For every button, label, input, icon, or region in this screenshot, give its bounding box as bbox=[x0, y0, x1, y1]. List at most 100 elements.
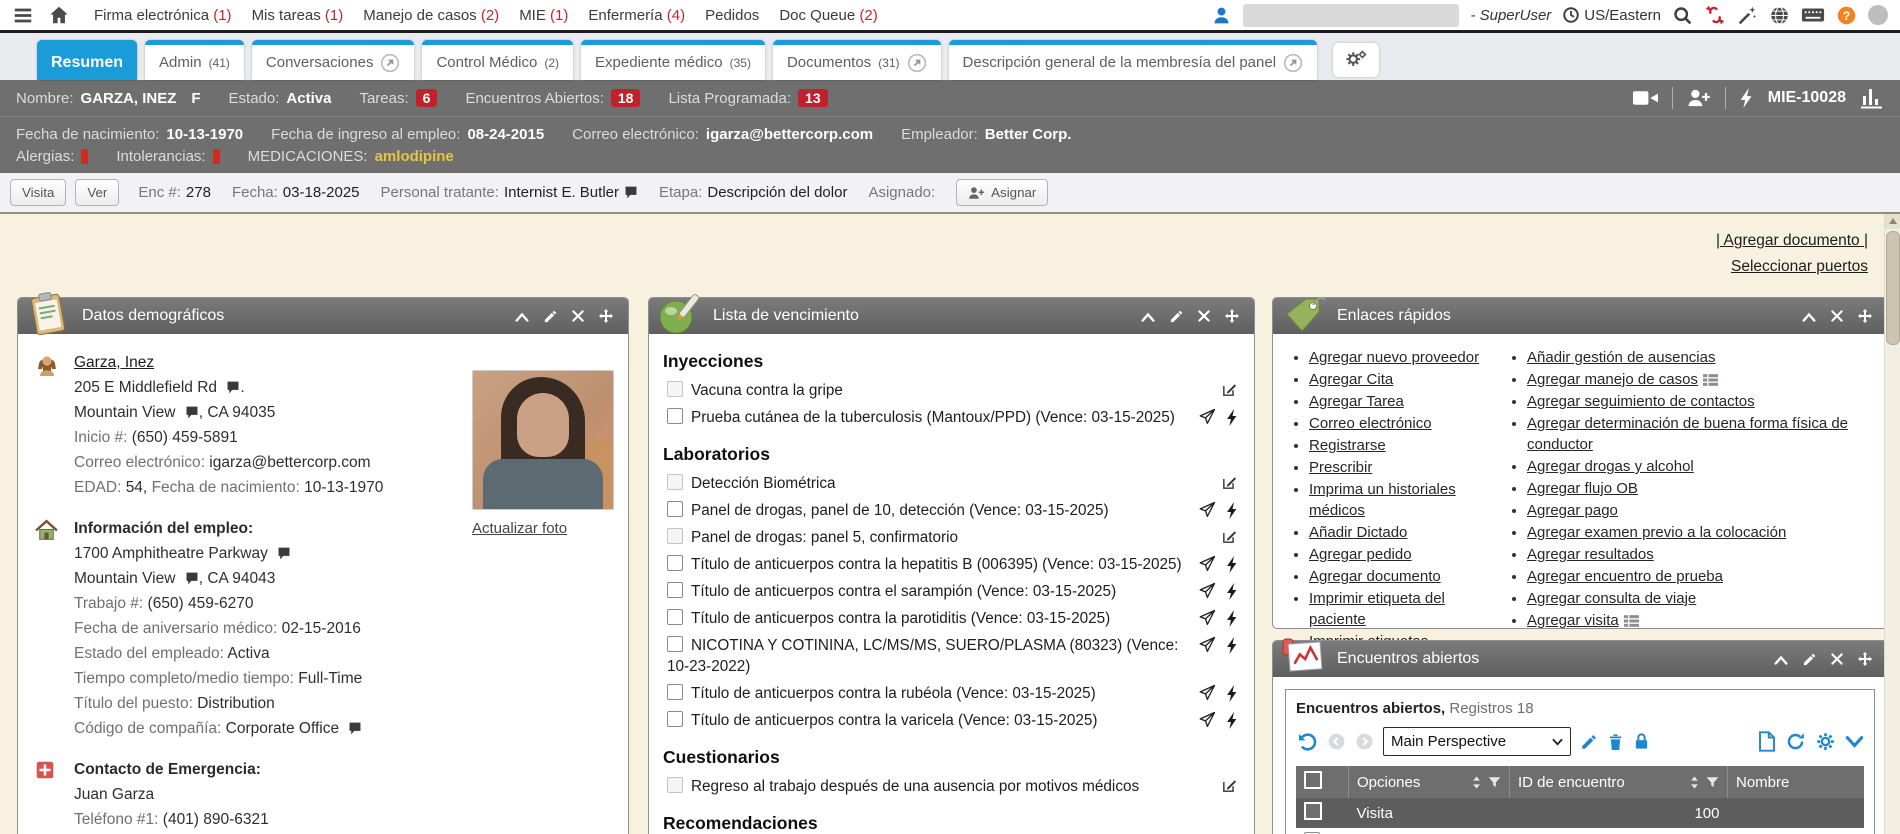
comment-bubble-icon[interactable] bbox=[185, 406, 199, 419]
send-icon[interactable] bbox=[1198, 609, 1216, 627]
menu-manejo-de-casos[interactable]: Manejo de casos (2) bbox=[363, 7, 499, 24]
comment-bubble-icon[interactable] bbox=[226, 381, 240, 394]
external-link-icon[interactable] bbox=[1283, 53, 1303, 73]
lock-icon[interactable] bbox=[1633, 732, 1650, 751]
delete-icon[interactable] bbox=[1607, 732, 1624, 751]
tab-settings-button[interactable] bbox=[1333, 43, 1379, 77]
menu-enfermeria[interactable]: Enfermería (4) bbox=[588, 7, 685, 24]
close-icon[interactable] bbox=[1830, 309, 1844, 323]
video-camera-icon[interactable] bbox=[1633, 89, 1658, 107]
due-item-checkbox[interactable] bbox=[667, 528, 683, 544]
send-icon[interactable] bbox=[1198, 408, 1216, 426]
tab-documentos[interactable]: Documentos(31) bbox=[773, 40, 941, 80]
patient-name-link[interactable]: Garza, Inez bbox=[74, 354, 154, 371]
send-icon[interactable] bbox=[1198, 636, 1216, 654]
avatar[interactable] bbox=[1868, 5, 1888, 25]
update-photo-link[interactable]: Actualizar foto bbox=[472, 516, 614, 541]
agregar-documento-link[interactable]: | Agregar documento | bbox=[1716, 232, 1868, 249]
home-icon[interactable] bbox=[48, 4, 70, 26]
menu-firma-electronica[interactable]: Firma electrónica (1) bbox=[94, 7, 232, 24]
person-add-icon[interactable] bbox=[1687, 88, 1711, 108]
send-icon[interactable] bbox=[1198, 684, 1216, 702]
edit-icon[interactable] bbox=[1169, 309, 1184, 324]
filter-icon[interactable] bbox=[1488, 776, 1501, 789]
edit-note-icon[interactable] bbox=[1221, 777, 1238, 794]
collapse-icon[interactable] bbox=[1140, 310, 1156, 323]
panel-quick-links-header[interactable]: Enlaces rápidos bbox=[1273, 298, 1887, 334]
lightning-icon[interactable] bbox=[1227, 712, 1238, 729]
seleccionar-puertos-link[interactable]: Seleccionar puertos bbox=[1731, 258, 1868, 275]
tab-conversaciones[interactable]: Conversaciones bbox=[252, 40, 415, 80]
due-item-checkbox[interactable] bbox=[667, 381, 683, 397]
edit-icon[interactable] bbox=[1802, 652, 1817, 667]
patient-tasks[interactable]: Tareas:6 bbox=[359, 89, 437, 107]
grid-icon[interactable] bbox=[1703, 374, 1718, 386]
due-item-checkbox[interactable] bbox=[667, 582, 683, 598]
tab-resumen[interactable]: Resumen bbox=[37, 40, 137, 80]
external-link-icon[interactable] bbox=[380, 53, 400, 73]
due-item-checkbox[interactable] bbox=[667, 555, 683, 571]
panel-demographics-header[interactable]: Datos demográficos bbox=[18, 298, 628, 334]
patient-scheduled-list[interactable]: Lista Programada:13 bbox=[668, 89, 827, 107]
edit-icon[interactable] bbox=[543, 309, 558, 324]
due-item-checkbox[interactable] bbox=[667, 636, 683, 652]
intolerances[interactable]: Intolerancias: bbox=[116, 148, 219, 165]
close-icon[interactable] bbox=[1197, 309, 1211, 323]
due-item-checkbox[interactable] bbox=[667, 777, 683, 793]
sort-icon[interactable] bbox=[1689, 775, 1700, 790]
comment-bubble-icon[interactable] bbox=[185, 572, 199, 585]
asignar-button[interactable]: Asignar bbox=[956, 179, 1048, 206]
lightning-icon[interactable] bbox=[1227, 685, 1238, 702]
timezone[interactable]: US/Eastern bbox=[1562, 6, 1661, 24]
tab-control-medico[interactable]: Control Médico(2) bbox=[422, 40, 573, 80]
close-icon[interactable] bbox=[571, 309, 585, 323]
tab-admin[interactable]: Admin(41) bbox=[145, 40, 244, 80]
keyboard-icon[interactable] bbox=[1801, 5, 1825, 25]
filter-icon[interactable] bbox=[1706, 776, 1719, 789]
collapse-icon[interactable] bbox=[1773, 653, 1789, 666]
send-icon[interactable] bbox=[1198, 501, 1216, 519]
perspective-select[interactable]: Main Perspective bbox=[1383, 727, 1571, 756]
lightning-icon[interactable] bbox=[1227, 637, 1238, 654]
collapse-icon[interactable] bbox=[514, 310, 530, 323]
lightning-icon[interactable] bbox=[1227, 610, 1238, 627]
collapse-icon[interactable] bbox=[1801, 310, 1817, 323]
select-all-checkbox[interactable] bbox=[1304, 771, 1322, 789]
table-row[interactable]: Visita 100 bbox=[1296, 798, 1864, 828]
lightning-icon[interactable] bbox=[1227, 556, 1238, 573]
due-item-checkbox[interactable] bbox=[667, 609, 683, 625]
move-icon[interactable] bbox=[598, 308, 614, 324]
menu-doc-queue[interactable]: Doc Queue (2) bbox=[779, 7, 877, 24]
sort-icon[interactable] bbox=[1471, 775, 1482, 790]
row-checkbox[interactable] bbox=[1304, 802, 1322, 820]
tab-membresia-panel[interactable]: Descripción general de la membresía del … bbox=[949, 40, 1318, 80]
menu-mis-tareas[interactable]: Mis tareas (1) bbox=[252, 7, 344, 24]
help-icon[interactable]: ? bbox=[1836, 5, 1857, 26]
comment-bubble-icon[interactable] bbox=[348, 722, 362, 735]
visita-button[interactable]: Visita bbox=[10, 179, 66, 206]
lightning-icon[interactable] bbox=[1227, 583, 1238, 600]
scrollbar-thumb[interactable] bbox=[1886, 231, 1900, 345]
send-icon[interactable] bbox=[1198, 711, 1216, 729]
allergies[interactable]: Alergias: bbox=[16, 148, 88, 165]
ver-button[interactable]: Ver bbox=[75, 179, 119, 206]
hamburger-icon[interactable] bbox=[12, 4, 34, 26]
lightning-icon[interactable] bbox=[1227, 502, 1238, 519]
comment-bubble-icon[interactable] bbox=[624, 186, 638, 199]
globe-icon[interactable] bbox=[1769, 5, 1790, 26]
broken-link-icon[interactable] bbox=[1704, 4, 1726, 26]
external-link-icon[interactable] bbox=[907, 53, 927, 73]
undo-icon[interactable] bbox=[1296, 731, 1318, 753]
lightning-icon[interactable] bbox=[1740, 88, 1754, 108]
page-scrollbar[interactable] bbox=[1884, 214, 1900, 834]
tab-expediente-medico[interactable]: Expediente médico(35) bbox=[581, 40, 765, 80]
edit-note-icon[interactable] bbox=[1221, 474, 1238, 491]
wand-icon[interactable] bbox=[1737, 5, 1758, 26]
due-item-checkbox[interactable] bbox=[667, 474, 683, 490]
move-icon[interactable] bbox=[1857, 308, 1873, 324]
refresh-icon[interactable] bbox=[1785, 731, 1806, 752]
patient-open-encounters[interactable]: Encuentros Abiertos:18 bbox=[465, 89, 640, 107]
due-item-checkbox[interactable] bbox=[667, 684, 683, 700]
edit-perspective-icon[interactable] bbox=[1580, 733, 1598, 751]
new-document-icon[interactable] bbox=[1758, 731, 1776, 752]
